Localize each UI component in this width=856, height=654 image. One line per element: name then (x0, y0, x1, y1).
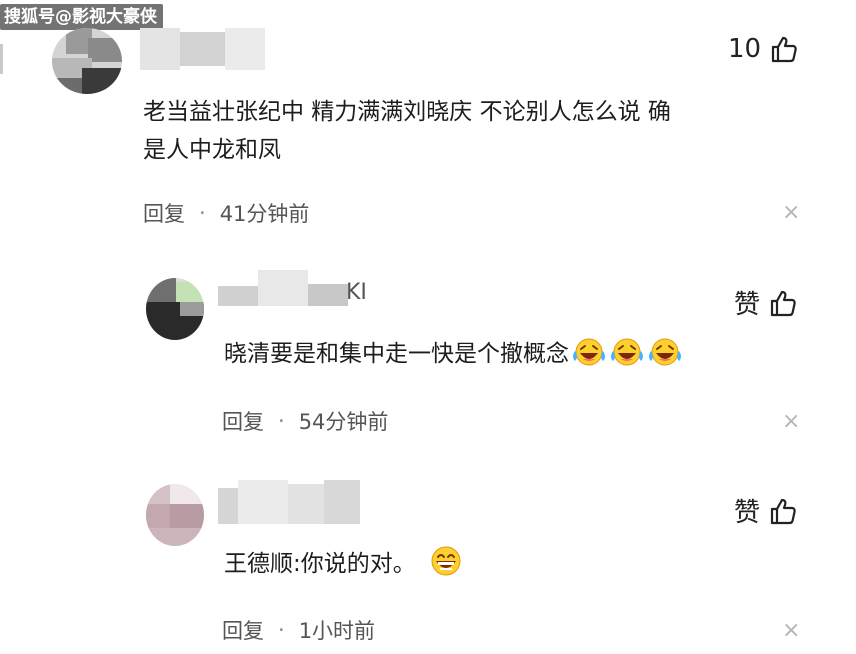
comment-text: 王德顺:你说的对。 (224, 545, 464, 589)
comment-meta: 回复 · 41分钟前 (143, 198, 309, 228)
left-edge-bar (0, 44, 3, 74)
like-count: 10 (728, 34, 762, 64)
separator-dot: · (199, 201, 206, 225)
like-label: 赞 (734, 498, 761, 528)
separator-dot: · (278, 618, 285, 642)
separator-dot: · (278, 409, 285, 433)
thumbs-up-icon (770, 498, 796, 524)
avatar[interactable] (146, 484, 204, 546)
close-icon[interactable]: × (782, 200, 800, 225)
grin-emoji (428, 545, 464, 589)
close-icon[interactable]: × (782, 409, 800, 434)
username-fragment: KI (346, 280, 367, 305)
thumbs-up-icon (770, 290, 796, 316)
laugh-cry-emoji (647, 337, 683, 379)
username-blurred[interactable] (140, 28, 265, 70)
timestamp: 54分钟前 (298, 410, 389, 434)
watermark: 搜狐号@影视大豪侠 (0, 4, 163, 30)
comment-meta: 回复 · 1小时前 (222, 615, 375, 645)
thumbs-up-icon (771, 36, 797, 63)
laugh-cry-emoji (609, 337, 645, 379)
close-icon[interactable]: × (782, 618, 800, 643)
like-button[interactable]: 10 (728, 34, 797, 64)
comment-text: 老当益壮张纪中 精力满满刘晓庆 不论别人怎么说 确 是人中龙和凤 (143, 93, 671, 169)
reply-button[interactable]: 回复 (222, 406, 264, 436)
timestamp: 1小时前 (298, 619, 376, 643)
reply-button[interactable]: 回复 (143, 198, 185, 228)
comment-text-line: 王德顺:你说的对。 (224, 551, 416, 577)
like-label: 赞 (734, 290, 761, 320)
like-button[interactable]: 赞 (734, 284, 796, 321)
comment-text-line: 是人中龙和凤 (143, 137, 281, 163)
laugh-cry-emoji (571, 337, 607, 379)
username-blurred[interactable] (218, 480, 360, 530)
avatar[interactable] (146, 278, 204, 340)
timestamp: 41分钟前 (219, 202, 310, 226)
comment-meta: 回复 · 54分钟前 (222, 406, 388, 436)
comment-text-line: 晓清要是和集中走一快是个撤概念 (224, 341, 569, 367)
reply-button[interactable]: 回复 (222, 615, 264, 645)
avatar[interactable] (52, 28, 122, 94)
username-blurred[interactable]: KI (218, 266, 367, 308)
comment-text-line: 老当益壮张纪中 精力满满刘晓庆 不论别人怎么说 确 (143, 99, 671, 125)
comment-text: 晓清要是和集中走一快是个撤概念 (224, 335, 683, 379)
like-button[interactable]: 赞 (734, 492, 796, 529)
